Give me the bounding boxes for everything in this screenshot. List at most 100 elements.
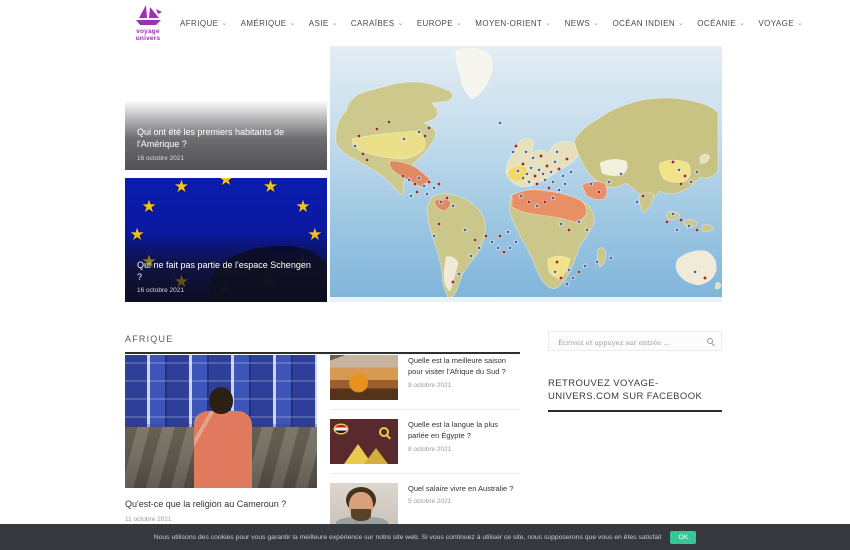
article-title[interactable]: Quelle est la langue la plus parlée en É… <box>408 419 520 442</box>
nav-item-moyen-orient[interactable]: MOYEN-ORIENT⌄ <box>475 19 551 28</box>
map-marker-dot <box>527 200 531 204</box>
map-marker-star: ★ <box>416 174 422 182</box>
map-marker-star: ★ <box>510 148 516 156</box>
search-box <box>548 331 722 351</box>
search-input[interactable] <box>549 334 721 352</box>
article-date: 11 octobre 2021 <box>125 516 317 523</box>
map-marker-dot <box>543 200 547 204</box>
map-marker-dot <box>427 180 431 184</box>
map-marker-star: ★ <box>523 148 529 156</box>
map-marker-star: ★ <box>505 228 511 236</box>
nav-item-ocean-indien[interactable]: OCÉAN INDIEN⌄ <box>612 19 684 28</box>
article-list: Quelle est la meilleure saison pour visi… <box>330 355 520 546</box>
nav-item-voyage[interactable]: VOYAGE⌄ <box>758 19 803 28</box>
map-marker-star: ★ <box>606 178 612 186</box>
search-icon[interactable] <box>707 338 713 344</box>
map-marker-star: ★ <box>526 178 532 186</box>
article-title[interactable]: Qu'est-ce que la religion au Cameroun ? <box>125 499 317 511</box>
featured-article-america[interactable]: Qui ont été les premiers habitants de l'… <box>125 45 327 170</box>
map-marker-dot <box>695 228 699 232</box>
map-marker-star: ★ <box>534 202 540 210</box>
site-logo[interactable]: voyage univers <box>125 3 171 42</box>
map-marker-dot <box>521 162 525 166</box>
nav-item-caraibes[interactable]: CARAÏBES⌄ <box>351 19 404 28</box>
nav-item-europe[interactable]: EUROPE⌄ <box>417 19 462 28</box>
chevron-down-icon: ⌄ <box>678 20 684 27</box>
map-marker-dot <box>567 228 571 232</box>
nav-item-asie[interactable]: ASIE⌄ <box>309 19 338 28</box>
map-marker-star: ★ <box>594 258 600 266</box>
map-marker-star: ★ <box>674 226 680 234</box>
magnifier-icon <box>379 427 389 437</box>
voyage-univers-homepage: voyage univers AFRIQUE⌄ AMÉRIQUE⌄ ASIE⌄ … <box>0 0 850 550</box>
map-marker-dot <box>413 182 417 186</box>
nav-item-oceanie[interactable]: OCÉANIE⌄ <box>697 19 745 28</box>
map-marker-dot <box>539 154 543 158</box>
world-map-image[interactable]: ★★★★★★★★★★★★★★★★★★★★★★★★★★★★★★★★★★★★★★★★… <box>330 45 722 302</box>
map-marker-dot <box>665 220 669 224</box>
map-marker-star: ★ <box>634 198 640 206</box>
nav-item-news[interactable]: NEWS⌄ <box>565 19 600 28</box>
nav-item-amerique[interactable]: AMÉRIQUE⌄ <box>241 19 296 28</box>
map-marker-star: ★ <box>552 268 558 276</box>
map-marker-dot <box>415 190 419 194</box>
map-marker-star: ★ <box>558 220 564 228</box>
featured-overlay: Qui ne fait pas partie de l'espace Schen… <box>125 233 327 302</box>
article-image-cameroun <box>125 355 317 488</box>
article-thumbnail <box>330 355 398 400</box>
map-marker-dot <box>557 167 561 171</box>
map-marker-dot <box>535 182 539 186</box>
map-marker-dot <box>679 218 683 222</box>
map-marker-star: ★ <box>568 168 574 176</box>
map-marker-star: ★ <box>556 186 562 194</box>
map-marker-dot <box>375 127 379 131</box>
main-article-cameroun[interactable]: Qu'est-ce que la religion au Cameroun ? … <box>125 355 317 523</box>
featured-title[interactable]: Qui ont été les premiers habitants de l'… <box>137 126 315 150</box>
map-marker-star: ★ <box>554 148 560 156</box>
featured-article-schengen[interactable]: ★★★★★★★★★★★★ Qui ne fait pas partie de l… <box>125 178 327 303</box>
map-marker-dot <box>387 120 391 124</box>
map-marker-dot <box>597 190 601 194</box>
article-title[interactable]: Quelle est la meilleure saison pour visi… <box>408 355 520 378</box>
map-marker-star: ★ <box>588 180 594 188</box>
map-marker-dot <box>514 144 518 148</box>
afrique-section-heading: AFRIQUE <box>125 329 520 354</box>
nav-item-afrique[interactable]: AFRIQUE⌄ <box>180 19 228 28</box>
article-thumbnail <box>330 419 398 464</box>
article-title[interactable]: Quel salaire vivre en Australie ? <box>408 483 513 494</box>
map-marker-dot <box>427 126 431 130</box>
cookie-ok-button[interactable]: OK <box>670 531 696 544</box>
map-marker-star: ★ <box>584 226 590 234</box>
featured-overlay: Qui ont été les premiers habitants de l'… <box>125 100 327 169</box>
section-title[interactable]: AFRIQUE <box>125 334 173 344</box>
map-marker-star: ★ <box>513 238 519 246</box>
site-header: voyage univers AFRIQUE⌄ AMÉRIQUE⌄ ASIE⌄ … <box>0 0 850 46</box>
hero-section: Qui ont été les premiers habitants de l'… <box>125 45 722 302</box>
featured-date: 16 octobre 2021 <box>137 287 315 294</box>
list-item-afrique-du-sud[interactable]: Quelle est la meilleure saison pour visi… <box>330 355 520 410</box>
map-marker-star: ★ <box>530 154 536 162</box>
chevron-down-icon: ⌄ <box>398 20 404 27</box>
map-marker-dot <box>357 134 361 138</box>
ship-logo-icon <box>125 3 171 27</box>
map-marker-dot <box>365 158 369 162</box>
map-marker-star: ★ <box>421 182 427 190</box>
eu-star-icon: ★ <box>218 178 233 190</box>
eu-star-icon: ★ <box>174 178 189 198</box>
map-marker-star: ★ <box>352 142 358 150</box>
cookie-consent-bar: Nous utilisons des cookies pour vous gar… <box>0 524 850 550</box>
chevron-down-icon: ⌄ <box>221 20 227 27</box>
map-marker-star: ★ <box>401 135 407 143</box>
map-marker-star: ★ <box>438 198 444 206</box>
map-marker-star: ★ <box>462 226 468 234</box>
map-marker-dot <box>671 160 675 164</box>
egypt-flag-icon <box>335 425 347 433</box>
map-marker-star: ★ <box>676 166 682 174</box>
featured-title[interactable]: Qui ne fait pas partie de l'espace Schen… <box>137 259 315 283</box>
map-marker-dot <box>484 234 488 238</box>
map-marker-star: ★ <box>618 170 624 178</box>
map-marker-star: ★ <box>515 167 521 175</box>
map-marker-star: ★ <box>424 190 430 198</box>
list-item-egypte[interactable]: Quelle est la langue la plus parlée en É… <box>330 419 520 474</box>
map-marker-star: ★ <box>566 266 572 274</box>
